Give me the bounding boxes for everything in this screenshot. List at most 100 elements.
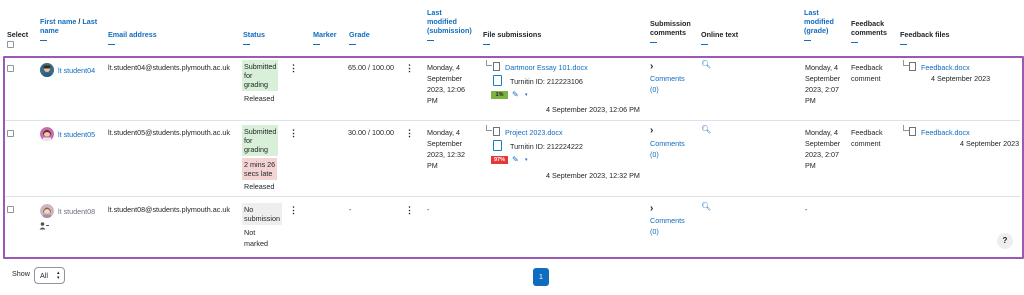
collapse-icon[interactable] (900, 44, 907, 45)
collapse-icon[interactable] (313, 44, 320, 45)
grade: - (349, 205, 352, 214)
avatar (40, 63, 54, 77)
email: lt.student05@students.plymouth.ac.uk (108, 128, 230, 137)
docx-file-icon (493, 127, 500, 136)
chevron-right-icon[interactable]: › (650, 126, 653, 136)
header-select: Select (7, 30, 29, 39)
submission-file-link[interactable]: Dartmoor Essay 101.docx (505, 62, 588, 73)
view-online-text-icon[interactable]: 🔍︎ (701, 126, 711, 134)
row-select-checkbox[interactable] (7, 65, 14, 72)
select-arrows-icon: ▴ ▾ (57, 270, 60, 281)
feedback-file-date: 4 September 2023 (931, 74, 991, 83)
turnitin-icon (493, 75, 502, 86)
email: lt.student08@students.plymouth.ac.uk (108, 205, 230, 214)
late-badge: 2 mins 26 secs late (242, 158, 278, 180)
row-divider (5, 196, 1020, 197)
user-name-link[interactable]: lt student05 (58, 129, 95, 140)
header-marker[interactable]: Marker (313, 30, 337, 45)
collapse-icon[interactable] (483, 44, 490, 45)
show-per-page-value: All (40, 271, 48, 280)
user-name-link[interactable]: lt student08 (58, 206, 95, 217)
grade-status: Not marked (244, 228, 268, 248)
suspended-user-icon (39, 222, 49, 232)
show-label: Show (12, 269, 30, 278)
tree-connector (486, 125, 492, 131)
docx-file-icon (909, 127, 916, 136)
view-online-text-icon[interactable]: 🔍︎ (701, 61, 711, 69)
row-select-checkbox[interactable] (7, 130, 14, 137)
feedback-file-date: 4 September 2023 (960, 139, 1020, 148)
file-submitted-date: 4 September 2023, 12:06 PM (546, 105, 640, 114)
sort-first-name[interactable]: First name (40, 17, 76, 26)
header-feedback-comments: Feedback comments (851, 19, 887, 43)
submission-comments-link[interactable]: Comments (0) (650, 73, 685, 95)
last-modified-grade: Monday, 4 September 2023, 2:07 PM (805, 128, 841, 170)
chevron-right-icon[interactable]: › (650, 62, 653, 72)
submission-file-link[interactable]: Project 2023.docx (505, 127, 563, 138)
submission-comments-link[interactable]: Comments (0) (650, 138, 685, 160)
row-select-checkbox[interactable] (7, 206, 14, 213)
chevron-down-icon[interactable]: ▾ (525, 91, 528, 99)
collapse-icon[interactable] (40, 40, 47, 41)
similarity-score[interactable]: 97% (491, 156, 508, 164)
header-last-modified-grade[interactable]: Last modified (grade) (804, 8, 834, 41)
edit-pencil-icon[interactable]: ✎ (512, 156, 519, 164)
collapse-icon[interactable] (427, 40, 434, 41)
avatar (40, 204, 54, 218)
feedback-comment: Feedback comment (851, 63, 883, 83)
actions-menu-icon[interactable]: ⋮ (289, 129, 298, 138)
feedback-file-link[interactable]: Feedback.docx (921, 62, 970, 73)
header-file-submissions: File submissions (483, 30, 541, 45)
submission-comments-link[interactable]: Comments (0) (650, 215, 685, 237)
header-status[interactable]: Status (243, 30, 265, 45)
chevron-down-icon[interactable]: ▾ (525, 156, 528, 164)
header-email[interactable]: Email address (108, 30, 157, 45)
avatar (40, 127, 54, 141)
show-per-page-select[interactable]: All ▴ ▾ (34, 267, 65, 284)
collapse-icon[interactable] (108, 44, 115, 45)
grade-menu-icon[interactable]: ⋮ (405, 206, 414, 215)
header-feedback-files: Feedback files (900, 30, 950, 45)
select-all-checkbox[interactable] (7, 41, 14, 48)
actions-menu-icon[interactable]: ⋮ (289, 206, 298, 215)
grade-status: Released (244, 94, 275, 103)
grade: 30.00 / 100.00 (348, 128, 394, 137)
header-submission-comments: Submission comments (650, 19, 691, 43)
user-name-link[interactable]: lt student04 (58, 65, 95, 76)
grade-status: Released (244, 182, 275, 191)
turnitin-icon (493, 140, 502, 151)
header-name[interactable]: First name / Last name (40, 17, 97, 41)
file-submitted-date: 4 September 2023, 12:32 PM (546, 171, 640, 180)
page-1-button[interactable]: 1 (533, 268, 549, 286)
help-button[interactable]: ? (997, 233, 1013, 249)
collapse-icon[interactable] (804, 40, 811, 41)
docx-file-icon (909, 62, 916, 71)
edit-pencil-icon[interactable]: ✎ (512, 91, 519, 99)
collapse-icon[interactable] (243, 44, 250, 45)
last-modified-grade: Monday, 4 September 2023, 2:07 PM (805, 63, 841, 105)
grade-menu-icon[interactable]: ⋮ (405, 129, 414, 138)
chevron-right-icon[interactable]: › (650, 204, 653, 214)
collapse-icon[interactable] (701, 44, 708, 45)
actions-menu-icon[interactable]: ⋮ (289, 64, 298, 73)
view-online-text-icon[interactable]: 🔍︎ (701, 203, 711, 211)
last-modified-submission: - (427, 205, 430, 214)
last-modified-submission: Monday, 4 September 2023, 12:32 PM (427, 128, 465, 170)
header-online-text: Online text (701, 30, 738, 45)
status-badge: Submitted for grading (242, 125, 279, 156)
grade: 65.00 / 100.00 (348, 63, 394, 72)
collapse-icon[interactable] (349, 44, 356, 45)
feedback-file-link[interactable]: Feedback.docx (921, 127, 970, 138)
header-last-modified-submission[interactable]: Last modified (submission) (427, 8, 472, 41)
collapse-icon[interactable] (851, 42, 858, 43)
last-modified-grade: - (805, 205, 808, 214)
header-grade[interactable]: Grade (349, 30, 370, 45)
row-divider (5, 120, 1020, 121)
grade-menu-icon[interactable]: ⋮ (405, 64, 414, 73)
sort-last-name[interactable]: Last (82, 17, 97, 26)
turnitin-id: Turnitin ID: 212224222 (510, 142, 583, 151)
collapse-icon[interactable] (650, 42, 657, 43)
similarity-score[interactable]: 1% (491, 91, 508, 99)
tree-connector (486, 60, 492, 66)
status-badge: Submitted for grading (242, 60, 279, 91)
